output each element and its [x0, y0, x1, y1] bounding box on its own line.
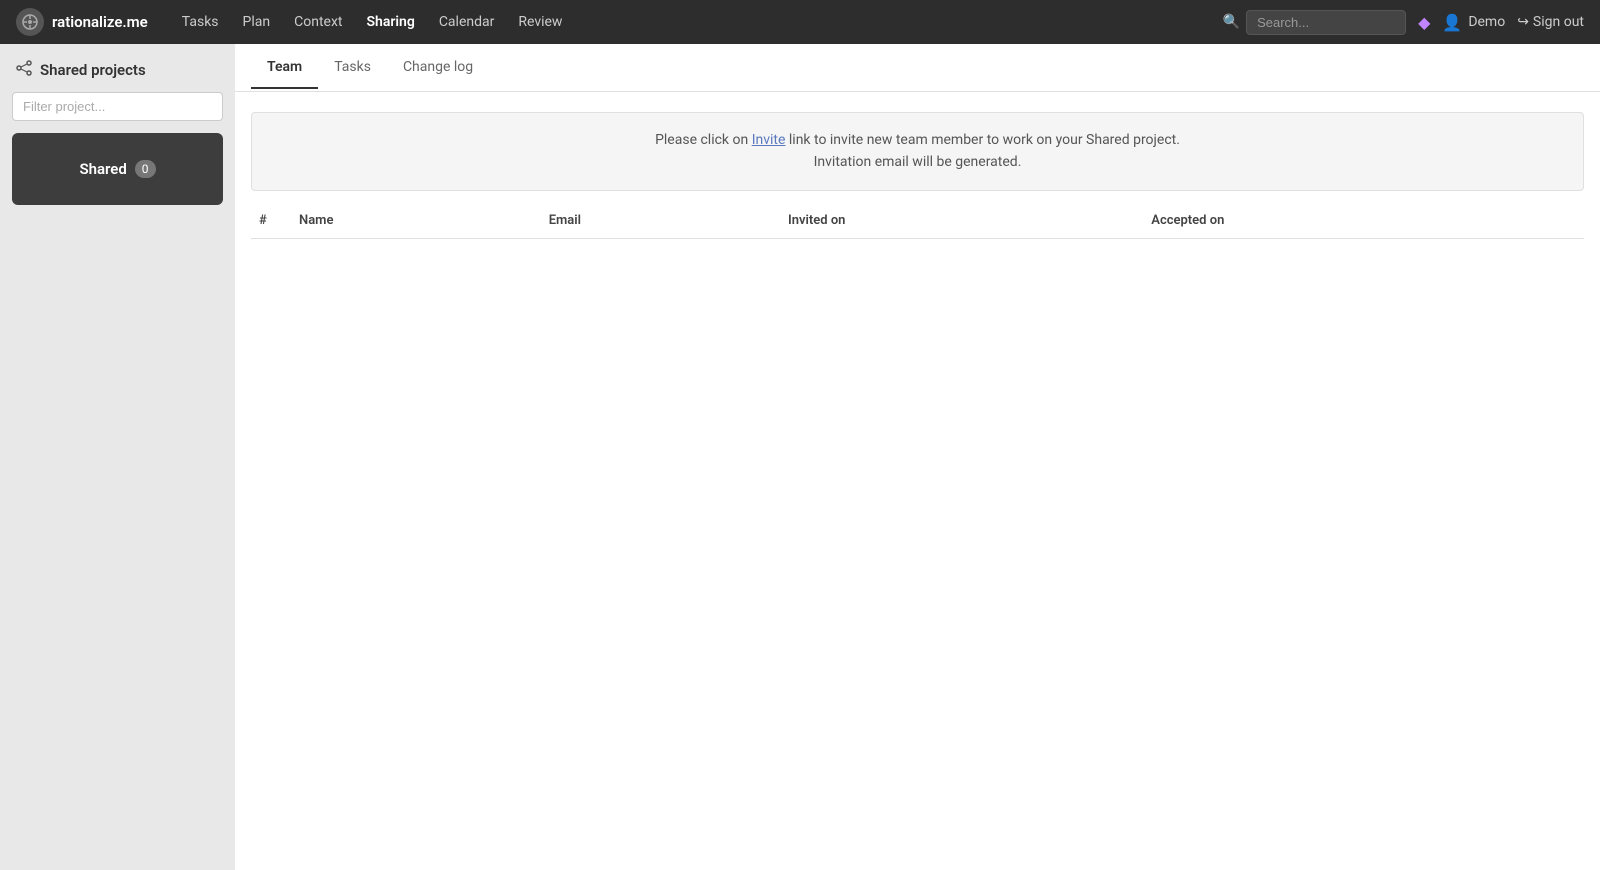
nav-right: 🔍 ◆ 👤 Demo ↪ Sign out: [1223, 10, 1584, 35]
sidebar: Shared projects Shared 0: [0, 44, 235, 870]
search-wrapper: 🔍: [1223, 10, 1406, 35]
nav-review[interactable]: Review: [508, 8, 572, 36]
nav-calendar[interactable]: Calendar: [429, 8, 505, 36]
signout-label: Sign out: [1533, 14, 1584, 30]
nav-tasks[interactable]: Tasks: [172, 8, 229, 36]
banner-line1: Please click on Invite link to invite ne…: [268, 129, 1567, 151]
nav-context[interactable]: Context: [284, 8, 352, 36]
top-navigation: rationalize.me Tasks Plan Context Sharin…: [0, 0, 1600, 44]
table-header-row: # Name Email Invited on Accepted on: [251, 203, 1584, 239]
tab-bar: Team Tasks Change log: [235, 44, 1600, 92]
nav-plan[interactable]: Plan: [233, 8, 281, 36]
user-label: Demo: [1468, 14, 1505, 30]
search-input[interactable]: [1246, 10, 1406, 35]
team-table: # Name Email Invited on Accepted on: [251, 203, 1584, 239]
tab-changelog[interactable]: Change log: [387, 47, 489, 89]
banner-line2: Invitation email will be generated.: [268, 151, 1567, 173]
app-logo[interactable]: rationalize.me: [16, 8, 148, 36]
user-icon: 👤: [1442, 13, 1462, 32]
shared-project-card[interactable]: Shared 0: [12, 133, 223, 205]
sign-out-button[interactable]: ↪ Sign out: [1517, 14, 1584, 30]
project-card-label: Shared: [79, 160, 126, 178]
search-icon: 🔍: [1223, 14, 1240, 30]
signout-icon: ↪: [1517, 14, 1529, 30]
nav-sharing[interactable]: Sharing: [356, 8, 424, 36]
tab-team[interactable]: Team: [251, 47, 318, 89]
main-content: Team Tasks Change log Please click on In…: [235, 44, 1600, 870]
diamond-icon: ◆: [1418, 13, 1430, 32]
logo-icon: [16, 8, 44, 36]
col-accepted-on: Accepted on: [1143, 203, 1584, 239]
team-table-wrapper: # Name Email Invited on Accepted on: [235, 203, 1600, 239]
share-icon: [16, 60, 32, 80]
nav-links: Tasks Plan Context Sharing Calendar Revi…: [172, 8, 1223, 36]
tab-tasks[interactable]: Tasks: [318, 47, 387, 89]
col-invited-on: Invited on: [780, 203, 1143, 239]
col-name: Name: [291, 203, 541, 239]
user-menu[interactable]: 👤 Demo: [1442, 13, 1505, 32]
sidebar-header: Shared projects: [12, 60, 223, 80]
filter-project-input[interactable]: [12, 92, 223, 121]
logo-text: rationalize.me: [52, 13, 148, 31]
invite-link[interactable]: Invite: [752, 132, 786, 148]
sidebar-title: Shared projects: [40, 61, 146, 79]
main-layout: Shared projects Shared 0 Team Tasks Chan…: [0, 44, 1600, 870]
col-email: Email: [541, 203, 780, 239]
invite-info-banner: Please click on Invite link to invite ne…: [251, 112, 1584, 191]
project-badge: 0: [135, 160, 156, 178]
col-number: #: [251, 203, 291, 239]
